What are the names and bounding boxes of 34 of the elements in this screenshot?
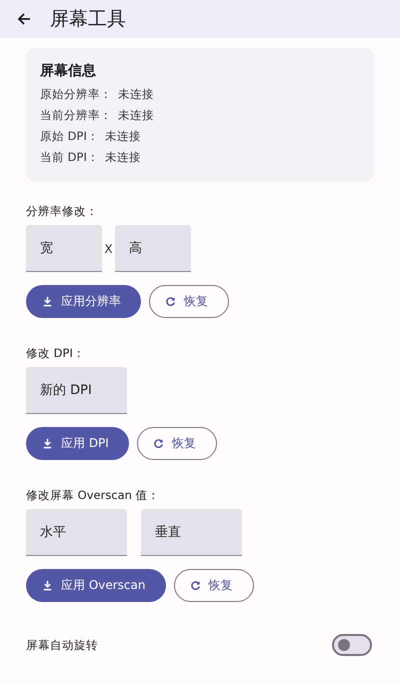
apply-button[interactable]: 应用 Overscan	[26, 569, 166, 602]
refresh-icon	[165, 296, 176, 307]
input-field[interactable]: 宽	[26, 225, 102, 272]
info-label: 当前分辨率：	[40, 107, 112, 124]
toggle-label: 屏幕自动旋转	[26, 638, 98, 652]
refresh-icon	[190, 580, 200, 591]
input-field[interactable]: 新的 DPI	[26, 367, 127, 414]
card-title: 屏幕信息	[40, 62, 97, 80]
reset-button[interactable]: 恢复	[136, 427, 217, 460]
section-label: 修改屏幕 Overscan 值：	[26, 488, 160, 502]
info-value: 未连接	[118, 86, 154, 103]
input-field[interactable]: 高	[115, 225, 191, 272]
info-label: 原始 DPI：	[40, 128, 99, 145]
refresh-icon	[152, 438, 164, 449]
reset-button[interactable]: 恢复	[149, 285, 229, 318]
section-label: 分辨率修改：	[26, 204, 98, 218]
info-label: 原始分辨率：	[40, 86, 112, 103]
info-label: 当前 DPI：	[40, 149, 99, 166]
back-arrow-icon[interactable]	[16, 11, 32, 27]
info-value: 未连接	[104, 128, 141, 145]
input-field[interactable]: 垂直	[141, 509, 242, 556]
download-icon	[42, 580, 53, 591]
apply-button[interactable]: 应用分辨率	[26, 285, 141, 318]
rotation-switch[interactable]	[332, 634, 372, 656]
section-label: 修改 DPI：	[26, 346, 85, 360]
reset-button[interactable]: 恢复	[174, 569, 254, 602]
apply-button[interactable]: 应用 DPI	[26, 427, 129, 460]
info-value: 未连接	[104, 149, 141, 166]
download-icon	[42, 438, 53, 449]
input-field[interactable]: 水平	[26, 509, 127, 556]
info-value: 未连接	[118, 107, 154, 124]
screen-title: 屏幕工具	[50, 7, 126, 32]
download-icon	[42, 296, 53, 307]
times-separator: X	[103, 242, 114, 256]
